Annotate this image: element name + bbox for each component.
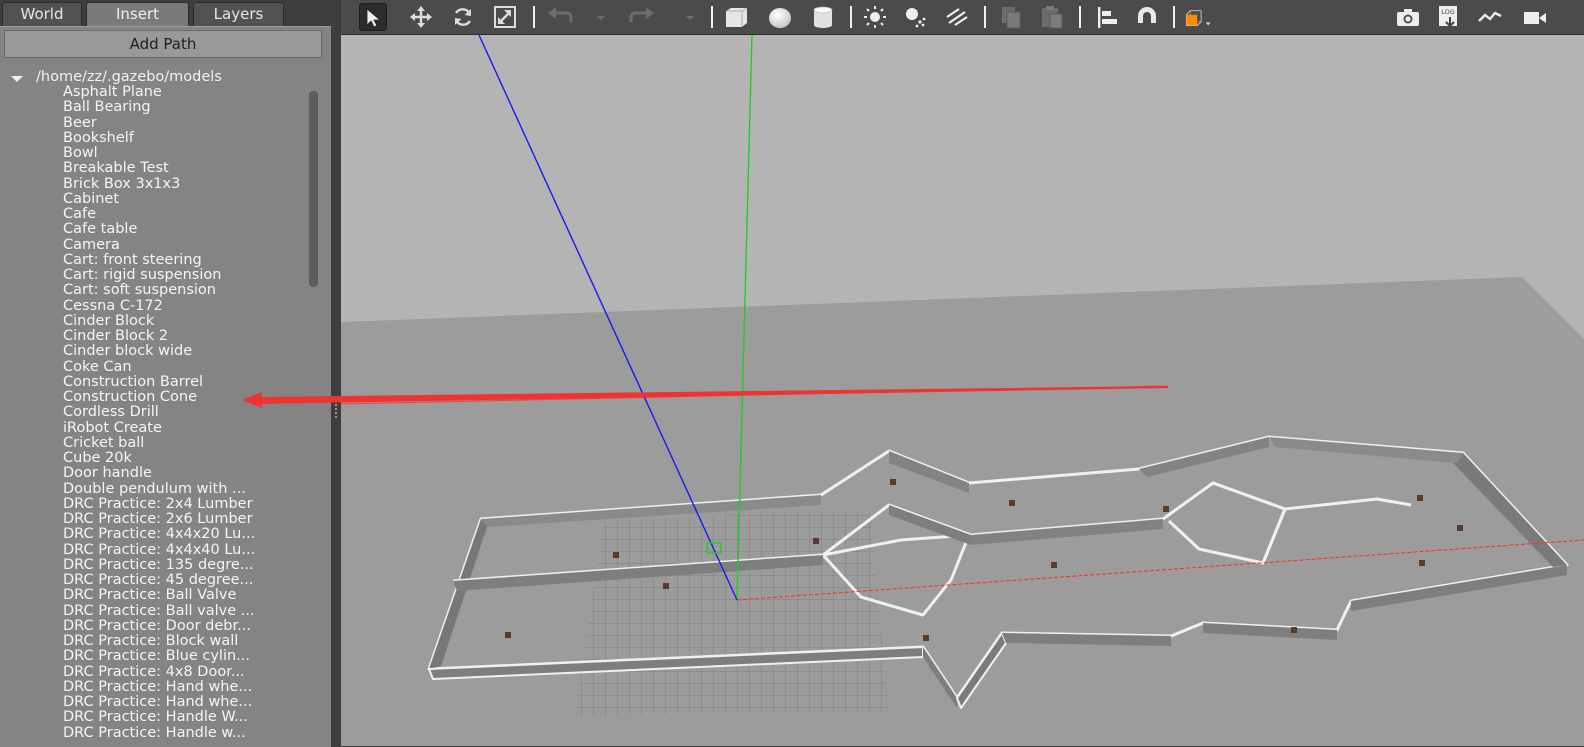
model-list-item[interactable]: DRC Practice: Handle W...	[63, 710, 308, 725]
splitter-grip-icon[interactable]	[335, 404, 337, 420]
log-icon[interactable]: LOG	[1435, 3, 1463, 31]
model-list-item[interactable]: Coke Can	[63, 360, 308, 375]
model-list-item[interactable]: DRC Practice: 45 degree...	[63, 573, 308, 588]
model-list-item[interactable]: Brick Box 3x1x3	[63, 177, 308, 192]
redo-icon[interactable]	[629, 3, 657, 31]
model-list-item[interactable]: DRC Practice: 2x6 Lumber	[63, 512, 308, 527]
model-list-item[interactable]: DRC Practice: Hand whe...	[63, 695, 308, 710]
model-list-item[interactable]: DRC Practice: Blue cylin...	[63, 649, 308, 664]
model-list-item[interactable]: Cabinet	[63, 192, 308, 207]
directional-light-icon[interactable]	[943, 3, 971, 31]
model-list-item[interactable]: Bowl	[63, 146, 308, 161]
spot-light-icon[interactable]	[901, 3, 929, 31]
model-list-item[interactable]: Bookshelf	[63, 131, 308, 146]
model-list-item[interactable]: iRobot Create	[63, 421, 308, 436]
view-angle-icon[interactable]	[1184, 3, 1220, 31]
model-list-item[interactable]: Cafe	[63, 207, 308, 222]
snap-magnet-icon[interactable]	[1133, 3, 1161, 31]
model-list-item[interactable]: Cart: rigid suspension	[63, 268, 308, 283]
model-list-item[interactable]: Breakable Test	[63, 161, 308, 176]
model-list-item[interactable]: Ball Bearing	[63, 100, 308, 115]
cylinder-shape-icon[interactable]	[809, 3, 837, 31]
model-list-item[interactable]: DRC Practice: 4x8 Door...	[63, 665, 308, 680]
tab-world[interactable]: World	[2, 2, 82, 26]
tab-layers[interactable]: Layers	[193, 2, 284, 26]
video-record-icon[interactable]	[1521, 3, 1549, 31]
copy-icon[interactable]	[997, 3, 1025, 31]
panel-splitter[interactable]	[331, 0, 341, 746]
tab-insert[interactable]: Insert	[86, 2, 189, 26]
redo-dropdown-icon[interactable]	[676, 3, 694, 31]
model-path-label: /home/zz/.gazebo/models	[36, 69, 222, 85]
sphere-shape-icon[interactable]	[766, 3, 794, 31]
toolbar-separator	[711, 6, 713, 28]
scale-icon[interactable]	[491, 3, 519, 31]
model-list-item[interactable]: Cordless Drill	[63, 405, 308, 420]
paste-icon[interactable]	[1038, 3, 1066, 31]
point-light-icon[interactable]	[861, 3, 889, 31]
scene-canvas[interactable]	[341, 35, 1584, 746]
translate-icon[interactable]	[407, 3, 435, 31]
model-list-item[interactable]: DRC Practice: 2x4 Lumber	[63, 497, 308, 512]
model-list-item[interactable]: DRC Practice: 4x4x40 Lu...	[63, 543, 308, 558]
model-list-item[interactable]: DRC Practice: Block wall	[63, 634, 308, 649]
model-list-item[interactable]: Camera	[63, 238, 308, 253]
3d-viewport[interactable]	[341, 35, 1584, 746]
model-list-item[interactable]: Door handle	[63, 466, 308, 481]
toolbar-separator	[1079, 6, 1081, 28]
panel-tab-bar: World Insert Layers	[0, 0, 331, 26]
model-list-item[interactable]: Cinder Block	[63, 314, 308, 329]
left-panel: World Insert Layers Add Path /home/zz/.g…	[0, 0, 331, 747]
model-list-item[interactable]: DRC Practice: Handle w...	[63, 726, 308, 741]
model-list: Asphalt Plane Ball Bearing Beer Bookshelf Bo…	[63, 85, 308, 741]
model-list-item[interactable]: Asphalt Plane	[63, 85, 308, 100]
model-list-item[interactable]: Cart: soft suspension	[63, 283, 308, 298]
model-list-item[interactable]: Cinder block wide	[63, 344, 308, 359]
toolbar-separator	[533, 6, 535, 28]
toolbar-separator	[1173, 6, 1175, 28]
model-list-item[interactable]: DRC Practice: Door debr...	[63, 619, 308, 634]
model-list-item[interactable]: DRC Practice: Ball Valve	[63, 588, 308, 603]
model-list-item[interactable]: DRC Practice: Ball valve ...	[63, 604, 308, 619]
model-list-item[interactable]: DRC Practice: 4x4x20 Lu...	[63, 527, 308, 542]
model-list-item[interactable]: Cube 20k	[63, 451, 308, 466]
model-list-item[interactable]: Cart: front steering	[63, 253, 308, 268]
box-shape-icon[interactable]	[722, 3, 750, 31]
model-list-item[interactable]: Cinder Block 2	[63, 329, 308, 344]
model-list-item[interactable]: Beer	[63, 116, 308, 131]
svg-text:LOG: LOG	[1441, 8, 1455, 16]
model-list-item[interactable]: Cessna C-172	[63, 299, 308, 314]
screenshot-camera-icon[interactable]	[1394, 3, 1422, 31]
plot-icon[interactable]	[1476, 3, 1504, 31]
main-toolbar: LOG	[341, 0, 1584, 35]
model-list-item[interactable]: DRC Practice: 135 degre...	[63, 558, 308, 573]
expand-triangle-icon[interactable]	[11, 76, 23, 82]
insert-tab-panel: Add Path /home/zz/.gazebo/models Asphalt…	[0, 26, 331, 747]
toolbar-separator	[984, 6, 986, 28]
model-list-item[interactable]: Cricket ball	[63, 436, 308, 451]
add-path-button[interactable]: Add Path	[4, 30, 322, 58]
toolbar-separator	[850, 6, 852, 28]
undo-dropdown-icon[interactable]	[587, 3, 605, 31]
model-list-item[interactable]: Cafe table	[63, 222, 308, 237]
model-list-item[interactable]: DRC Practice: Hand whe...	[63, 680, 308, 695]
model-list-scrollbar[interactable]	[309, 91, 318, 287]
align-icon[interactable]	[1093, 3, 1121, 31]
rotate-icon[interactable]	[449, 3, 477, 31]
model-list-item[interactable]: Construction Cone	[63, 390, 308, 405]
model-list-item[interactable]: Construction Barrel	[63, 375, 308, 390]
model-list-item[interactable]: Double pendulum with ...	[63, 482, 308, 497]
select-arrow-icon[interactable]	[359, 3, 387, 31]
undo-icon[interactable]	[545, 3, 573, 31]
